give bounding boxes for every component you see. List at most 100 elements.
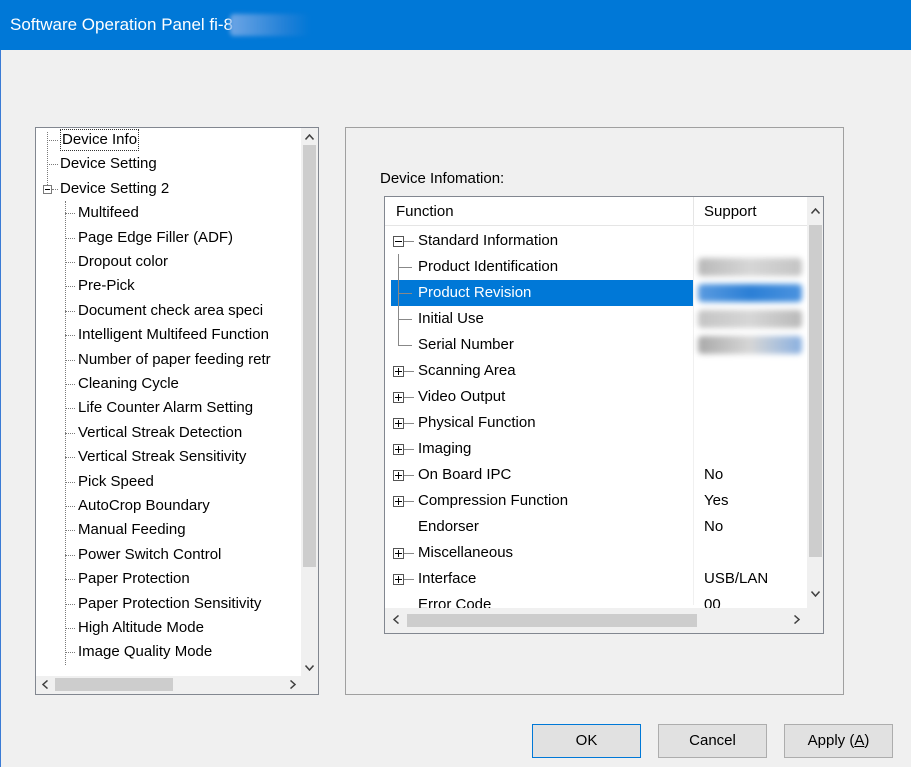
scroll-right-icon[interactable]	[788, 611, 805, 628]
tree-hscroll-thumb[interactable]	[55, 678, 173, 691]
tree-item-label: Power Switch Control	[78, 545, 222, 563]
list-row[interactable]: Imaging	[385, 436, 807, 462]
expand-icon[interactable]	[393, 418, 404, 429]
scroll-down-icon[interactable]	[301, 659, 318, 676]
list-row[interactable]: Standard Information	[385, 228, 807, 254]
list-row[interactable]: Initial Use	[385, 306, 807, 332]
list-row[interactable]: Interface USB/LAN	[385, 566, 807, 592]
list-vertical-scrollbar[interactable]	[807, 197, 823, 615]
tree-item[interactable]: Device Setting 2	[36, 177, 301, 201]
tree-item[interactable]: Cleaning Cycle	[36, 372, 301, 396]
tree-item[interactable]: Power Switch Control	[36, 543, 301, 567]
tree-item[interactable]: Paper Protection Sensitivity	[36, 592, 301, 616]
scroll-left-icon[interactable]	[36, 676, 53, 693]
function-cell: Compression Function	[418, 492, 569, 509]
list-row[interactable]: Physical Function	[385, 410, 807, 436]
scroll-left-icon[interactable]	[387, 611, 404, 628]
list-row[interactable]: Product Identification	[385, 254, 807, 280]
tree-item[interactable]: Device Info	[36, 128, 301, 152]
tree-connector	[65, 579, 75, 581]
tree-item[interactable]: Page Edge Filler (ADF)	[36, 226, 301, 250]
tree-item[interactable]: Manual Feeding	[36, 518, 301, 542]
tree-item[interactable]: Vertical Streak Detection	[36, 421, 301, 445]
list-connector	[404, 553, 414, 554]
tree-scroll-thumb[interactable]	[303, 145, 316, 567]
list-connector	[398, 345, 412, 346]
expand-icon[interactable]	[393, 470, 404, 481]
expand-icon[interactable]	[393, 496, 404, 507]
tree-item[interactable]: Paper Protection	[36, 567, 301, 591]
tree-connector	[65, 432, 75, 434]
expand-icon[interactable]	[393, 574, 404, 585]
function-cell: Serial Number	[418, 336, 514, 353]
tree-item[interactable]: Multifeed	[36, 201, 301, 225]
tree-horizontal-scrollbar[interactable]	[36, 676, 318, 694]
list-row[interactable]: Miscellaneous	[385, 540, 807, 566]
tree-item[interactable]: Device Setting	[36, 152, 301, 176]
support-cell: No	[704, 518, 724, 535]
collapse-icon[interactable]	[43, 184, 52, 194]
tree-item[interactable]: Pick Speed	[36, 470, 301, 494]
scroll-up-icon[interactable]	[807, 202, 823, 219]
collapse-icon[interactable]	[393, 236, 404, 247]
tree-connector	[65, 335, 75, 337]
tree-item-label: Intelligent Multifeed Function	[78, 326, 269, 344]
tree-item[interactable]: Vertical Streak Sensitivity	[36, 445, 301, 469]
tree-item[interactable]: AutoCrop Boundary	[36, 494, 301, 518]
tree-item-label: Vertical Streak Detection	[78, 423, 243, 441]
window-border	[0, 50, 1, 767]
list-row[interactable]: Serial Number	[385, 332, 807, 358]
expand-icon[interactable]	[393, 392, 404, 403]
list-connector	[404, 241, 414, 242]
tree-connector	[65, 457, 75, 459]
apply-button[interactable]: Apply (A)	[784, 724, 893, 758]
tree-item[interactable]: Number of paper feeding retr	[36, 348, 301, 372]
tree-item[interactable]: Life Counter Alarm Setting	[36, 396, 301, 420]
device-info-label: Device Infomation:	[380, 170, 505, 187]
list-row[interactable]: On Board IPC No	[385, 462, 807, 488]
tree-item[interactable]: Image Quality Mode	[36, 640, 301, 664]
function-cell: Imaging	[418, 440, 472, 457]
device-info-list[interactable]: Function Support Standard Information Pro…	[384, 196, 824, 634]
scroll-down-icon[interactable]	[807, 585, 823, 602]
window-title: Software Operation Panel fi-8	[10, 15, 234, 34]
settings-tree[interactable]: Device Info Device Setting Device Setting …	[35, 127, 319, 695]
apply-label-suffix: )	[864, 732, 870, 749]
cancel-button[interactable]: Cancel	[658, 724, 767, 758]
list-connector	[404, 475, 414, 476]
list-row[interactable]: Scanning Area	[385, 358, 807, 384]
ok-button[interactable]: OK	[532, 724, 641, 758]
scroll-up-icon[interactable]	[301, 128, 318, 145]
list-scroll-thumb[interactable]	[809, 225, 822, 557]
expand-icon[interactable]	[393, 444, 404, 455]
tree-item[interactable]: High Altitude Mode	[36, 616, 301, 640]
list-row[interactable]: Compression Function Yes	[385, 488, 807, 514]
expand-icon[interactable]	[393, 548, 404, 559]
list-horizontal-scrollbar[interactable]	[385, 608, 823, 633]
redacted-model-number	[230, 14, 310, 36]
apply-label-prefix: Apply (	[807, 732, 855, 749]
function-cell: Interface	[418, 570, 477, 587]
tree-item-label: Manual Feeding	[78, 521, 186, 539]
tree-vertical-scrollbar[interactable]	[301, 128, 318, 676]
list-row[interactable]: Product Revision	[385, 280, 807, 306]
tree-connector	[47, 164, 58, 166]
list-connector	[404, 449, 414, 450]
list-row[interactable]: Endorser No	[385, 514, 807, 540]
expand-icon[interactable]	[393, 366, 404, 377]
tree-list: Device Info Device Setting Device Setting …	[36, 128, 301, 676]
column-header-support[interactable]: Support	[704, 197, 757, 225]
scroll-right-icon[interactable]	[284, 676, 301, 693]
tree-connector	[65, 506, 75, 507]
list-row[interactable]: Video Output	[385, 384, 807, 410]
column-header-function[interactable]: Function	[396, 197, 454, 225]
tree-item[interactable]: Dropout color	[36, 250, 301, 274]
tree-item[interactable]: Document check area speci	[36, 299, 301, 323]
list-hscroll-thumb[interactable]	[407, 614, 697, 627]
tree-connector	[65, 213, 75, 215]
tree-item-label: Cleaning Cycle	[78, 375, 179, 392]
tree-item[interactable]: Intelligent Multifeed Function	[36, 323, 301, 347]
tree-item[interactable]: Pre-Pick	[36, 274, 301, 298]
tree-connector	[65, 286, 75, 288]
tree-item-label: Vertical Streak Sensitivity	[78, 448, 247, 466]
